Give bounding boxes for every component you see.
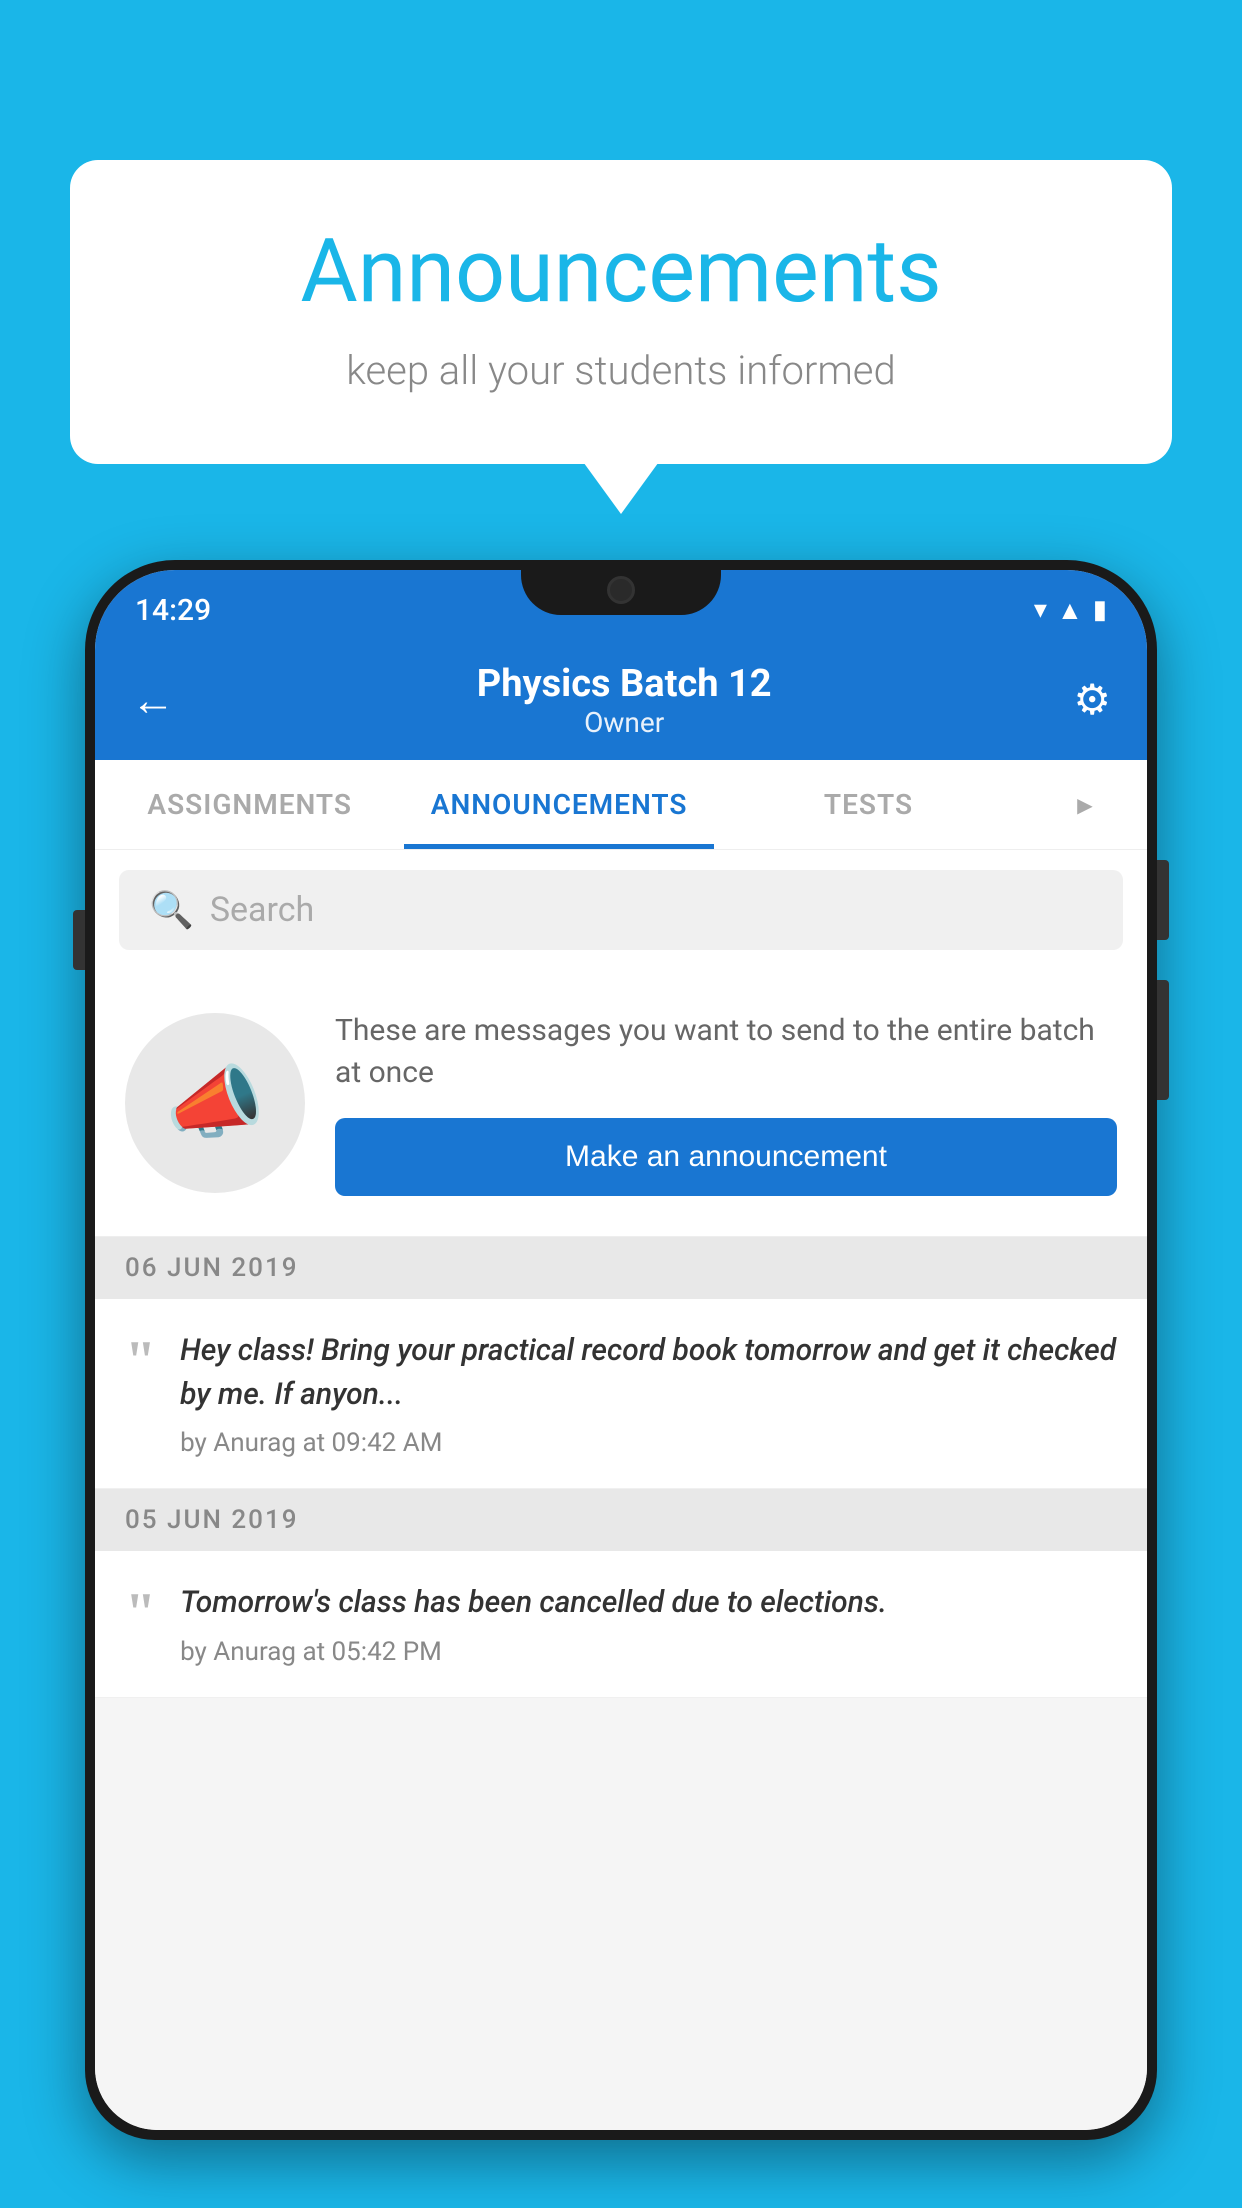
tabs-bar: ASSIGNMENTS ANNOUNCEMENTS TESTS ▸ (95, 760, 1147, 850)
megaphone-icon: 📣 (165, 1056, 265, 1150)
date-separator-2: 05 JUN 2019 (95, 1489, 1147, 1551)
promo-icon-circle: 📣 (125, 1013, 305, 1193)
make-announcement-button[interactable]: Make an announcement (335, 1118, 1117, 1196)
volume-rocker (1157, 980, 1169, 1100)
tab-tests[interactable]: TESTS (714, 760, 1023, 849)
volume-button (73, 910, 85, 970)
promo-right: These are messages you want to send to t… (335, 1010, 1117, 1196)
announcement-meta-2: by Anurag at 05:42 PM (180, 1637, 1117, 1667)
phone-outer: 14:29 ▾ ▲ ▮ ← Physics Batch 12 Owner ⚙ (85, 560, 1157, 2140)
promo-description: These are messages you want to send to t… (335, 1010, 1117, 1094)
phone-screen: 14:29 ▾ ▲ ▮ ← Physics Batch 12 Owner ⚙ (95, 570, 1147, 2130)
status-icons: ▾ ▲ ▮ (1034, 595, 1107, 626)
status-time: 14:29 (135, 593, 211, 628)
hero-title: Announcements (150, 220, 1092, 323)
announcement-item-2[interactable]: " Tomorrow's class has been cancelled du… (95, 1551, 1147, 1698)
tab-assignments[interactable]: ASSIGNMENTS (95, 760, 404, 849)
date-separator-1: 06 JUN 2019 (95, 1237, 1147, 1299)
speech-bubble: Announcements keep all your students inf… (70, 160, 1172, 464)
back-button[interactable]: ← (131, 674, 175, 726)
hero-section: Announcements keep all your students inf… (70, 160, 1172, 464)
announcement-text-1: Hey class! Bring your practical record b… (180, 1329, 1117, 1416)
search-icon: 🔍 (149, 889, 194, 931)
signal-icon: ▲ (1057, 595, 1083, 626)
quote-icon-1: " (125, 1333, 156, 1389)
tab-more[interactable]: ▸ (1023, 760, 1147, 849)
front-camera (607, 576, 635, 604)
tab-announcements[interactable]: ANNOUNCEMENTS (404, 760, 713, 849)
search-bar[interactable]: 🔍 Search (119, 870, 1123, 950)
content-area: 🔍 Search 📣 These are messages you want t… (95, 850, 1147, 2130)
wifi-icon: ▾ (1034, 595, 1047, 625)
announcement-item-1[interactable]: " Hey class! Bring your practical record… (95, 1299, 1147, 1489)
announcement-content-1: Hey class! Bring your practical record b… (180, 1329, 1117, 1458)
quote-icon-2: " (125, 1585, 156, 1641)
announcement-content-2: Tomorrow's class has been cancelled due … (180, 1581, 1117, 1667)
hero-subtitle: keep all your students informed (150, 347, 1092, 394)
search-wrapper: 🔍 Search (95, 850, 1147, 970)
phone-notch (521, 560, 721, 615)
app-bar-title-group: Physics Batch 12 Owner (175, 662, 1073, 739)
app-bar: ← Physics Batch 12 Owner ⚙ (95, 640, 1147, 760)
promo-card: 📣 These are messages you want to send to… (95, 970, 1147, 1237)
announcement-text-2: Tomorrow's class has been cancelled due … (180, 1581, 1117, 1625)
batch-role: Owner (175, 706, 1073, 739)
phone-mockup: 14:29 ▾ ▲ ▮ ← Physics Batch 12 Owner ⚙ (85, 560, 1157, 2208)
search-placeholder: Search (210, 890, 314, 930)
power-button (1157, 860, 1169, 940)
batch-title: Physics Batch 12 (175, 662, 1073, 706)
announcement-meta-1: by Anurag at 09:42 AM (180, 1428, 1117, 1458)
battery-icon: ▮ (1093, 595, 1107, 625)
settings-icon[interactable]: ⚙ (1073, 675, 1111, 725)
